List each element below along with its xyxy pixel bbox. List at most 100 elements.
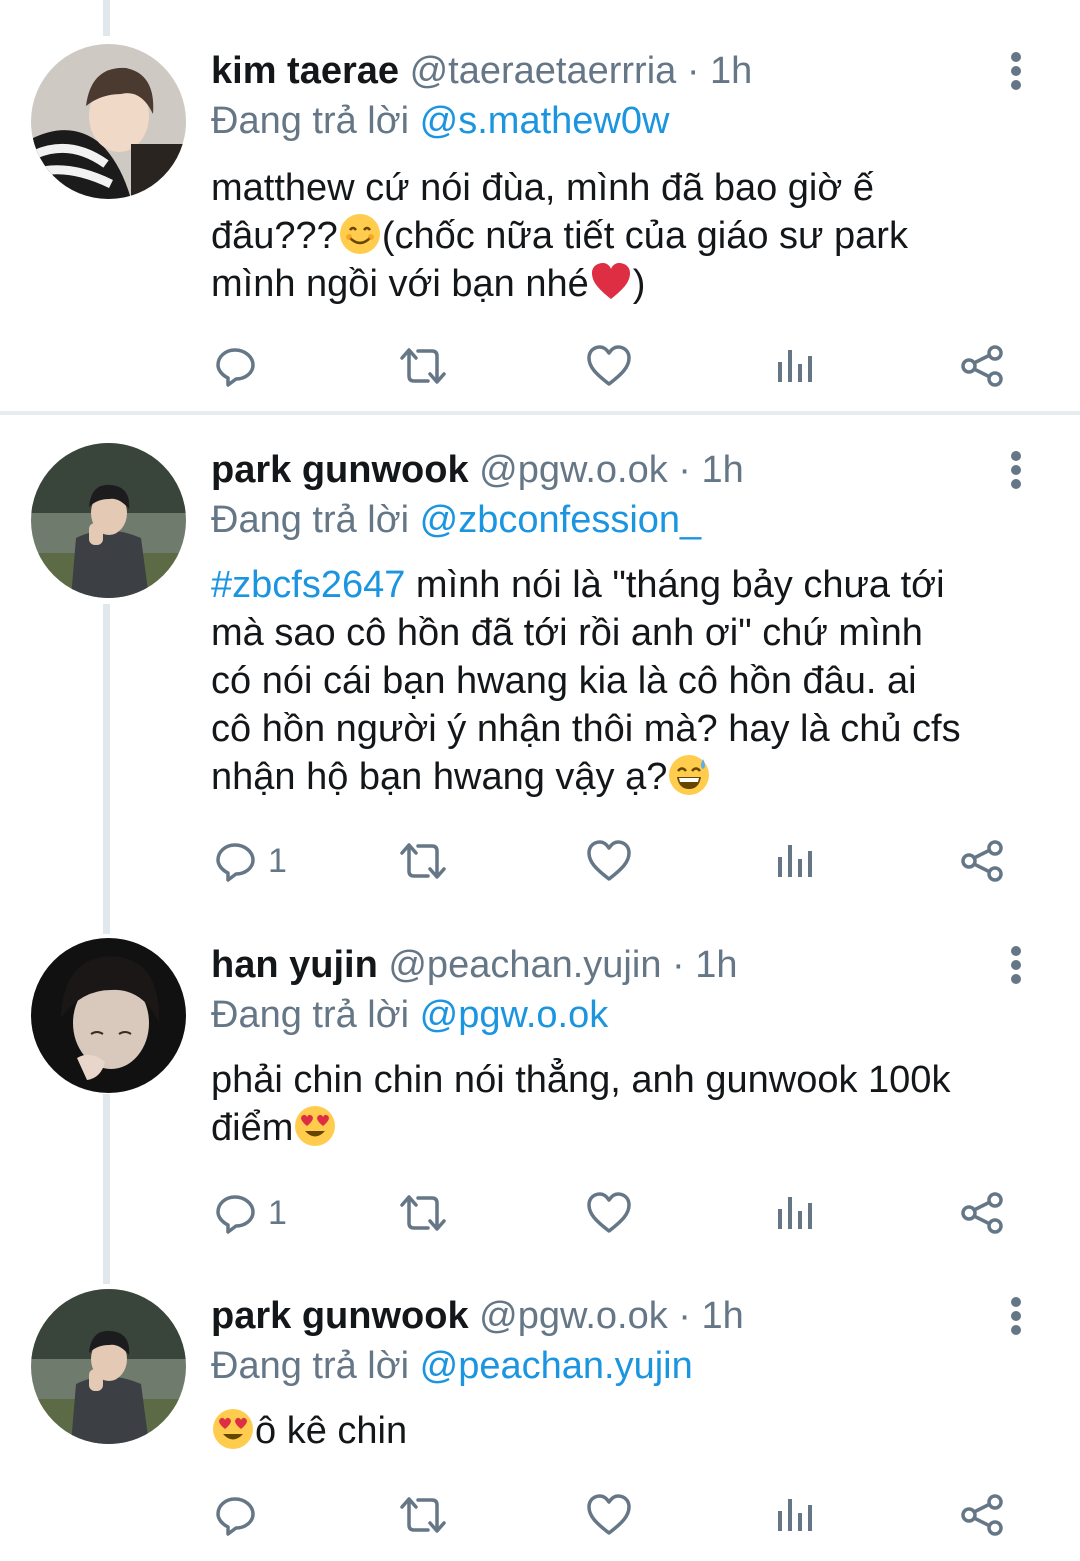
share-icon bbox=[961, 1192, 1003, 1234]
reply-count: 1 bbox=[268, 1193, 287, 1232]
avatar[interactable] bbox=[31, 1289, 186, 1444]
user-handle[interactable]: @taeraetaerrria bbox=[410, 50, 677, 92]
replying-to: Đang trả lời @pgw.o.ok bbox=[211, 990, 608, 1040]
heart-eyes-icon bbox=[213, 1409, 253, 1449]
share-button[interactable] bbox=[960, 831, 1006, 891]
reply-icon bbox=[216, 1195, 255, 1234]
like-button[interactable] bbox=[586, 1485, 632, 1545]
share-button[interactable] bbox=[960, 1485, 1006, 1545]
red-heart-icon bbox=[591, 263, 630, 299]
tweet-text: matthew cứ nói đùa, mình đã bao giờ ế đâ… bbox=[211, 164, 1041, 308]
share-icon bbox=[961, 840, 1003, 882]
retweet-icon bbox=[400, 1195, 446, 1231]
avatar[interactable] bbox=[31, 44, 186, 199]
retweet-button[interactable] bbox=[398, 1183, 448, 1243]
avatar[interactable] bbox=[31, 938, 186, 1093]
tweet-header: kim taerae @taeraetaerrria · 1h bbox=[211, 46, 752, 96]
avatar-image bbox=[31, 938, 186, 1093]
tweet-text-line: mình ngồi với bạn nhé bbox=[211, 263, 589, 305]
timestamp[interactable]: 1h bbox=[702, 1295, 744, 1337]
share-button[interactable] bbox=[960, 1183, 1006, 1243]
tweet-actions: 1 bbox=[0, 1183, 1080, 1243]
avatar-image bbox=[31, 443, 186, 598]
tweet-text: ô kê chin bbox=[211, 1407, 1041, 1455]
user-handle[interactable]: @pgw.o.ok bbox=[479, 1295, 668, 1337]
separator: · bbox=[678, 449, 691, 491]
separator: · bbox=[678, 1295, 691, 1337]
separator: · bbox=[686, 50, 700, 92]
analytics-icon bbox=[778, 350, 812, 382]
more-icon[interactable] bbox=[1004, 46, 1028, 96]
reply-icon bbox=[216, 348, 255, 387]
reply-prefix: Đang trả lời bbox=[211, 100, 410, 142]
reply-count: 1 bbox=[268, 841, 287, 880]
tweet-text-line: có nói cái bạn hwang kia là cô hồn đâu. … bbox=[211, 660, 917, 702]
like-icon bbox=[587, 840, 631, 881]
reply-mention[interactable]: @peachan.yujin bbox=[420, 1345, 693, 1387]
display-name[interactable]: park gunwook bbox=[211, 449, 469, 491]
more-icon[interactable] bbox=[1004, 1291, 1028, 1341]
like-icon bbox=[587, 1192, 631, 1233]
share-icon bbox=[961, 345, 1003, 387]
reply-mention[interactable]: @s.mathew0w bbox=[420, 100, 670, 142]
analytics-button[interactable] bbox=[776, 336, 816, 396]
heart-eyes-icon bbox=[295, 1106, 336, 1146]
smiling-face-icon bbox=[339, 214, 380, 254]
retweet-icon bbox=[400, 1497, 446, 1533]
tweet-header: park gunwook @pgw.o.ok · 1h bbox=[211, 445, 744, 495]
like-button[interactable] bbox=[586, 1183, 632, 1243]
retweet-button[interactable] bbox=[398, 336, 448, 396]
reply-prefix: Đang trả lời bbox=[211, 994, 410, 1036]
retweet-button[interactable] bbox=[398, 1485, 448, 1545]
timestamp[interactable]: 1h bbox=[702, 449, 744, 491]
reply-button[interactable] bbox=[214, 336, 268, 396]
timestamp[interactable]: 1h bbox=[710, 50, 752, 92]
tweet-2[interactable]: park gunwook @pgw.o.ok · 1h Đang trả lời… bbox=[0, 443, 1080, 903]
display-name[interactable]: park gunwook bbox=[211, 1295, 469, 1337]
user-handle[interactable]: @peachan.yujin bbox=[388, 944, 661, 986]
reply-mention[interactable]: @zbconfession_ bbox=[420, 499, 702, 541]
tweet-1[interactable]: kim taerae @taeraetaerrria · 1h Đang trả… bbox=[0, 44, 1080, 404]
grinning-sweat-icon bbox=[669, 755, 710, 795]
tweet-text-line: đâu??? bbox=[211, 215, 338, 257]
more-icon[interactable] bbox=[1004, 445, 1028, 495]
more-icon[interactable] bbox=[1004, 940, 1028, 990]
tweet-3[interactable]: han yujin @peachan.yujin · 1h Đang trả l… bbox=[0, 938, 1080, 1248]
reply-mention[interactable]: @pgw.o.ok bbox=[420, 994, 609, 1036]
tweet-divider bbox=[0, 411, 1080, 415]
tweet-header: han yujin @peachan.yujin · 1h bbox=[211, 940, 738, 990]
avatar-image bbox=[31, 44, 186, 199]
analytics-button[interactable] bbox=[776, 831, 816, 891]
tweet-4[interactable]: park gunwook @pgw.o.ok · 1h Đang trả lời… bbox=[0, 1289, 1080, 1561]
tweet-actions: 1 bbox=[0, 831, 1080, 891]
display-name[interactable]: han yujin bbox=[211, 944, 378, 986]
retweet-icon bbox=[400, 843, 446, 879]
display-name[interactable]: kim taerae bbox=[211, 50, 399, 92]
tweet-text-line: (chốc nữa tiết của giáo sư park bbox=[381, 215, 908, 257]
reply-button[interactable] bbox=[214, 1485, 268, 1545]
replying-to: Đang trả lời @zbconfession_ bbox=[211, 495, 701, 545]
tweet-text-line: mình nói là "tháng bảy chưa tới bbox=[405, 564, 945, 606]
like-button[interactable] bbox=[586, 831, 632, 891]
tweet-text-line: điểm bbox=[211, 1107, 294, 1149]
user-handle[interactable]: @pgw.o.ok bbox=[479, 449, 668, 491]
analytics-button[interactable] bbox=[776, 1183, 816, 1243]
reply-icon bbox=[216, 843, 255, 882]
tweet-text-line: nhận hộ bạn hwang vậy ạ? bbox=[211, 756, 668, 798]
replying-to: Đang trả lời @s.mathew0w bbox=[211, 96, 669, 146]
retweet-button[interactable] bbox=[398, 831, 448, 891]
avatar-image bbox=[31, 1289, 186, 1444]
reply-button[interactable]: 1 bbox=[214, 1183, 287, 1243]
like-button[interactable] bbox=[586, 336, 632, 396]
thread-line-top bbox=[103, 0, 110, 36]
hashtag-link[interactable]: #zbcfs2647 bbox=[211, 564, 405, 606]
share-button[interactable] bbox=[960, 336, 1006, 396]
analytics-button[interactable] bbox=[776, 1485, 816, 1545]
tweet-text: #zbcfs2647 mình nói là "tháng bảy chưa t… bbox=[211, 561, 1041, 801]
timestamp[interactable]: 1h bbox=[695, 944, 737, 986]
reply-button[interactable]: 1 bbox=[214, 831, 287, 891]
analytics-icon bbox=[778, 845, 812, 877]
avatar[interactable] bbox=[31, 443, 186, 598]
reply-prefix: Đang trả lời bbox=[211, 1345, 410, 1387]
replying-to: Đang trả lời @peachan.yujin bbox=[211, 1341, 693, 1391]
